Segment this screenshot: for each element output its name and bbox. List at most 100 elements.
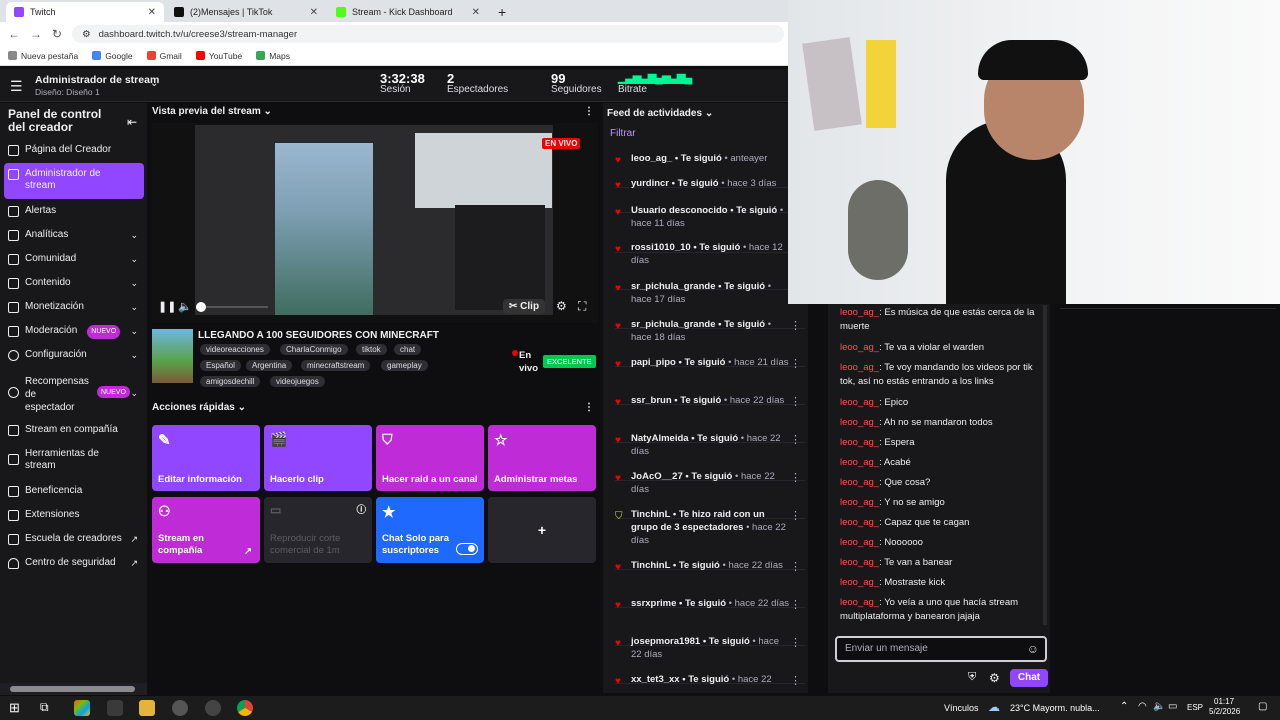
run-ad-button[interactable]: ▭ ⓘ Reproducir corte comercial de 1m [264,497,372,563]
tab-twitch[interactable]: Twitch ✕ [6,2,164,22]
chat-message[interactable]: leoo_ag_: Que cosa? [840,476,1040,490]
chat-username[interactable]: leoo_ag_ [840,597,879,608]
gear-icon[interactable]: ⚙ [556,299,567,313]
activity-feed-heading[interactable]: Feed de actividades ⌄ [607,108,713,119]
sidebar-item-creator-school[interactable]: Escuela de creadores ↗ [4,533,144,545]
more-options-icon[interactable]: ⋮ [790,561,801,574]
sidebar-item-moderation[interactable]: Moderación NUEVO ⌄ [4,325,144,339]
shield-icon[interactable]: ⛨ [968,671,976,684]
forward-icon[interactable]: → [30,27,42,41]
horizontal-scrollbar[interactable] [0,683,147,695]
sidebar-item-stream-together[interactable]: Stream en compañía [4,424,144,436]
category-thumbnail[interactable] [152,329,193,383]
sidebar-item-stream-tools[interactable]: Herramientas de stream [4,448,144,472]
tag[interactable]: minecraftstream [301,360,371,371]
clip-button[interactable]: ✂ Clip [503,299,546,314]
chat-username[interactable]: leoo_ag_ [840,457,879,468]
task-view-icon[interactable]: ⧉ [40,700,49,715]
more-options-icon[interactable]: ⋮ [790,320,801,333]
add-action-button[interactable]: + [488,497,596,563]
chat-message[interactable]: leoo_ag_: Te van a banear [840,556,1040,570]
more-options-icon[interactable]: ⋮ [790,675,801,688]
sidebar-item-analytics[interactable]: Analíticas ⌄ [4,229,144,241]
sidebar-item-viewer-rewards[interactable]: Recompensas de espectador NUEVO ⌄ [4,375,144,413]
tag[interactable]: amigosdechill [200,376,261,387]
battery-icon[interactable]: ▭ [1168,701,1177,712]
chat-message[interactable]: leoo_ag_: Capaz que te cagan [840,516,1040,530]
chat-username[interactable]: leoo_ag_ [840,537,879,548]
chat-username[interactable]: leoo_ag_ [840,557,879,568]
clip-action-button[interactable]: 🎬 Hacerlo clip [264,425,372,491]
sidebar-item-extensions[interactable]: Extensiones [4,509,144,521]
tag[interactable]: Argentina [246,360,293,371]
collapse-icon[interactable]: ⇤ [127,115,137,129]
sidebar-item-alerts[interactable]: Alertas [4,205,144,217]
chat-message[interactable]: leoo_ag_: Te va a violar el warden [840,341,1040,355]
more-options-icon[interactable]: ⋮ [790,396,801,409]
close-icon[interactable]: ✕ [148,7,156,18]
menu-icon[interactable]: ☰ [10,78,23,95]
clock-time[interactable]: 01:17 [1214,697,1234,706]
weather-text[interactable]: 23°C Mayorm. nubla... [1010,703,1100,713]
chat-message[interactable]: leoo_ag_: Mostraste kick [840,576,1040,590]
more-options-icon[interactable]: ⋮ [790,434,801,447]
bookmark-maps[interactable]: Maps [256,51,290,61]
quick-actions-heading[interactable]: Acciones rápidas ⌄ ⋮ [152,402,598,413]
tab-kick[interactable]: Stream - Kick Dashboard ✕ [328,2,488,22]
recorder-icon[interactable] [205,700,221,716]
chat-username[interactable]: leoo_ag_ [840,397,879,408]
volume-slider[interactable] [196,302,268,312]
bookmark-new-tab[interactable]: Nueva pestaña [8,51,78,61]
new-tab-button[interactable]: + [490,2,510,22]
close-icon[interactable]: ✕ [472,7,480,18]
fullscreen-icon[interactable]: ⛶ [578,299,586,314]
tab-tiktok[interactable]: (2)Mensajes | TikTok ✕ [166,2,326,22]
tag[interactable]: tiktok [356,344,387,355]
chat-message[interactable]: leoo_ag_: Ah no se mandaron todos [840,416,1040,430]
volume-icon[interactable]: 🔈 [178,300,192,313]
wifi-icon[interactable]: ◠ [1138,701,1147,712]
chat-message[interactable]: leoo_ag_: Y no se amigo [840,496,1040,510]
store-icon[interactable] [107,700,123,716]
chat-scrollbar[interactable] [1043,305,1047,625]
language-indicator[interactable]: ESP [1187,703,1203,712]
chat-username[interactable]: leoo_ag_ [840,342,879,353]
tag[interactable]: CharlaConmigo [280,344,348,355]
windows-start-icon[interactable]: ⊞ [9,700,20,716]
chat-username[interactable]: leoo_ag_ [840,497,879,508]
tag[interactable]: gameplay [381,360,428,371]
stream-preview-heading[interactable]: Vista previa del stream ⌄ ⋮ [152,106,598,122]
chat-username[interactable]: leoo_ag_ [840,307,879,318]
stream-together-button[interactable]: ⚇ Stream en compañía ↗ [152,497,260,563]
notification-icon[interactable]: ▢ [1258,701,1267,712]
tag[interactable]: Español [200,360,241,371]
clock-date[interactable]: 5/2/2026 [1209,707,1240,716]
reload-icon[interactable]: ↻ [52,27,62,41]
chat-input[interactable]: Enviar un mensaje ☺ [835,636,1047,662]
gear-icon[interactable]: ⚙ [989,671,1000,685]
sidebar-item-stream-manager[interactable]: Administrador de stream [4,163,144,199]
chat-message[interactable]: leoo_ag_: Espera [840,436,1040,450]
chat-username[interactable]: leoo_ag_ [840,577,879,588]
tray-chevron-icon[interactable]: ⌃ [1120,701,1128,712]
emoji-icon[interactable]: ☺ [1027,642,1039,656]
folder-icon[interactable] [139,700,155,716]
bookmark-youtube[interactable]: YouTube [195,51,242,61]
chat-send-button[interactable]: Chat [1010,669,1048,687]
edit-info-button[interactable]: ✎ Editar información [152,425,260,491]
close-icon[interactable]: ✕ [310,7,318,18]
chevron-down-icon[interactable]: ⌄ [150,78,158,89]
more-options-icon[interactable]: ⋮ [790,358,801,371]
more-options-icon[interactable]: ⋮ [790,637,801,650]
chat-message[interactable]: leoo_ag_: Noooooo [840,536,1040,550]
sub-only-toggle[interactable] [456,543,478,555]
more-options-icon[interactable]: ⋮ [790,599,801,612]
chat-username[interactable]: leoo_ag_ [840,477,879,488]
manage-goals-button[interactable]: ☆ Administrar metas [488,425,596,491]
chat-username[interactable]: leoo_ag_ [840,437,879,448]
header-title[interactable]: Administrador de stream [35,74,159,86]
sidebar-item-content[interactable]: Contenido ⌄ [4,277,144,289]
sidebar-item-community[interactable]: Comunidad ⌄ [4,253,144,265]
bookmark-gmail[interactable]: Gmail [146,51,182,61]
more-options-icon[interactable]: ⋮ [790,472,801,485]
